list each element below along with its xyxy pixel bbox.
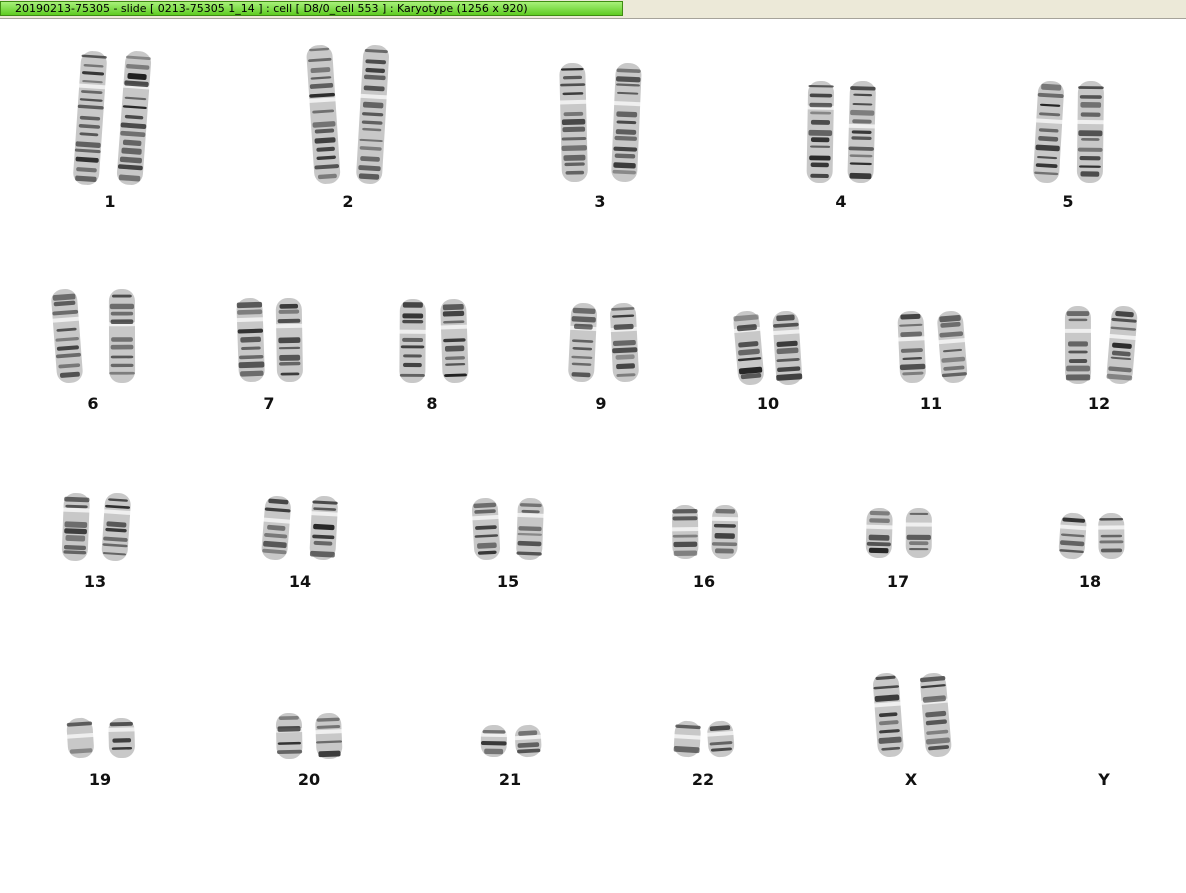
chromatid-shape: [1106, 305, 1138, 385]
chromosome-label-19: 19: [88, 770, 112, 789]
chromatid-shape: [61, 492, 91, 562]
chromatid-shape: [306, 45, 341, 184]
chromatid-shape: [904, 507, 933, 559]
chromatid-shape: [568, 302, 598, 383]
chromosome-label-10: 10: [756, 394, 780, 413]
chromosome-label-4: 4: [835, 192, 847, 211]
window-title[interactable]: 20190213-75305 - slide [ 0213-75305 1_14…: [0, 1, 623, 16]
chromosome-label-3: 3: [594, 192, 606, 211]
chromosome-image-8: [398, 298, 469, 384]
chromatid-shape: [1058, 512, 1088, 560]
chromatid-shape: [116, 51, 152, 185]
chromatid-shape: [471, 497, 501, 561]
chromatid-shape: [309, 495, 339, 561]
chromatid-shape: [439, 298, 469, 384]
chromatid-shape: [1033, 80, 1064, 184]
chromosome-label-6: 6: [87, 394, 99, 413]
chromatid-shape: [314, 712, 343, 760]
chromatid-shape: [865, 507, 894, 559]
chromatid-shape: [398, 298, 427, 384]
chromatid-shape: [261, 495, 291, 561]
chromosome-label-16: 16: [692, 572, 716, 591]
chromosome-image-14: [261, 495, 339, 561]
chromosome-image-1: [73, 51, 152, 185]
chromatid-shape: [516, 497, 545, 561]
chromosome-image-20: [275, 712, 343, 760]
chromatid-shape: [772, 310, 803, 386]
chromosome-label-15: 15: [496, 572, 520, 591]
chromatid-shape: [937, 310, 968, 384]
chromosome-image-11: [897, 310, 968, 384]
chromatid-shape: [873, 672, 904, 758]
chromatid-shape: [711, 504, 740, 560]
chromosome-image-7: [235, 297, 304, 383]
chromosome-label-7: 7: [263, 394, 275, 413]
chromosome-image-12: [1063, 305, 1138, 385]
chromosome-label-22: 22: [691, 770, 715, 789]
chromatid-shape: [235, 297, 265, 383]
chromatid-shape: [806, 80, 835, 184]
chromosome-label-x: X: [904, 770, 918, 789]
chromatid-shape: [847, 80, 876, 184]
chromatid-shape: [51, 289, 83, 383]
chromosome-image-22: [673, 720, 735, 758]
chromatid-shape: [671, 504, 700, 560]
chromatid-shape: [73, 51, 107, 185]
chromatid-shape: [673, 720, 702, 758]
karyotype-canvas: 1 2 3 4 5 6 7 8 9 10 11 12 13 14 15 16 17 18 19 20 21 22 X Y: [0, 19, 1186, 893]
chromosome-label-20: 20: [297, 770, 321, 789]
chromosome-label-18: 18: [1078, 572, 1102, 591]
chromatid-shape: [897, 310, 926, 384]
chromatid-shape: [611, 62, 642, 183]
chromatid-shape: [107, 717, 136, 759]
chromosome-label-8: 8: [426, 394, 438, 413]
chromatid-shape: [920, 672, 952, 758]
chromosome-image-5: [1033, 80, 1105, 184]
chromatid-shape: [275, 712, 304, 760]
chromatid-shape: [1097, 512, 1126, 560]
chromosome-label-y: Y: [1098, 770, 1110, 789]
chromosome-image-6: [51, 288, 136, 384]
chromosome-image-3: [559, 62, 642, 183]
chromosome-image-15: [471, 497, 545, 561]
window-title-bar: 20190213-75305 - slide [ 0213-75305 1_14…: [0, 0, 1186, 19]
chromosome-image-4: [806, 80, 876, 184]
chromatid-shape: [107, 288, 136, 384]
chromosome-image-19: [66, 717, 136, 759]
chromosome-image-18: [1058, 512, 1126, 560]
chromosome-label-14: 14: [288, 572, 312, 591]
chromatid-shape: [1063, 305, 1092, 385]
chromosome-label-21: 21: [498, 770, 522, 789]
chromosome-label-17: 17: [886, 572, 910, 591]
chromosome-image-10: [732, 310, 803, 386]
chromatid-shape: [559, 62, 588, 183]
chromatid-shape: [609, 302, 639, 383]
chromosome-label-11: 11: [919, 394, 943, 413]
chromosome-image-17: [865, 507, 933, 559]
chromosome-image-2: [306, 45, 389, 184]
chromatid-shape: [706, 720, 735, 758]
chromosome-label-1: 1: [104, 192, 116, 211]
chromatid-shape: [513, 724, 543, 758]
chromatid-shape: [66, 717, 95, 759]
chromosome-image-21: [479, 724, 543, 758]
chromosome-label-5: 5: [1062, 192, 1074, 211]
chromosome-image-13: [61, 492, 132, 562]
chromosome-label-12: 12: [1087, 394, 1111, 413]
chromatid-shape: [275, 297, 304, 383]
chromatid-shape: [479, 724, 508, 758]
chromatid-shape: [356, 45, 389, 184]
chromosome-label-13: 13: [83, 572, 107, 591]
chromosome-label-2: 2: [342, 192, 354, 211]
chromatid-shape: [1076, 80, 1105, 184]
chromosome-image-16: [671, 504, 740, 560]
chromosome-image-9: [568, 302, 639, 383]
chromosome-image-x: [873, 672, 952, 758]
chromatid-shape: [732, 310, 764, 386]
chromosome-label-9: 9: [595, 394, 607, 413]
chromatid-shape: [101, 492, 132, 562]
